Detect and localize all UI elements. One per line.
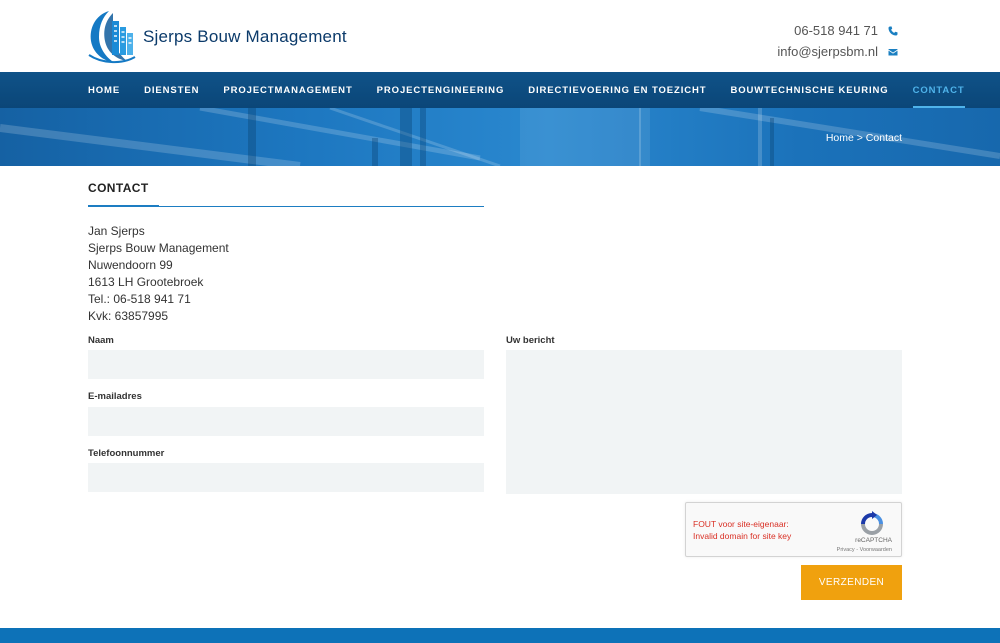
- contact-address: Jan Sjerps Sjerps Bouw Management Nuwendoo…: [88, 223, 229, 325]
- nav-item-directievoering-en-toezicht[interactable]: DIRECTIEVOERING EN TOEZICHT: [528, 72, 706, 108]
- brand-name: Sjerps Bouw Management: [143, 27, 347, 46]
- submit-button[interactable]: VERZENDEN: [801, 565, 902, 600]
- address-line: Nuwendoorn 99: [88, 258, 173, 272]
- envelope-icon: [886, 47, 900, 57]
- footer-bar: [0, 628, 1000, 643]
- header-phone-text: 06-518 941 71: [794, 23, 878, 38]
- address-line: 1613 LH Grootebroek: [88, 275, 204, 289]
- nav-item-home[interactable]: HOME: [88, 72, 120, 108]
- title-divider-accent: [88, 205, 159, 207]
- recaptcha-links[interactable]: Privacy - Voorwaarden: [837, 547, 892, 553]
- recaptcha-widget[interactable]: FOUT voor site-eigenaar: Invalid domain …: [685, 502, 902, 557]
- recaptcha-logo-icon: [861, 511, 883, 535]
- main-nav: HOME DIENSTEN PROJECTMANAGEMENT PROJECTENGI…: [0, 72, 1000, 108]
- address-line: Tel.: 06-518 941 71: [88, 292, 191, 306]
- phone-icon: [886, 26, 900, 36]
- recaptcha-brand: reCAPTCHA: [855, 537, 892, 544]
- nav-item-diensten[interactable]: DIENSTEN: [144, 72, 199, 108]
- main-nav-list: HOME DIENSTEN PROJECTMANAGEMENT PROJECTENGI…: [88, 72, 989, 108]
- page-title: CONTACT: [88, 181, 149, 195]
- recaptcha-error-line-2: Invalid domain for site key: [693, 531, 792, 541]
- message-textarea[interactable]: [506, 350, 902, 494]
- building-logo-icon: [88, 11, 136, 63]
- email-label: E-mailadres: [88, 391, 142, 402]
- page-banner: Home > Contact: [0, 108, 1000, 166]
- header-contact: 06-518 941 71 info@sjerpsbm.nl: [777, 20, 900, 62]
- email-input[interactable]: [88, 407, 484, 436]
- message-label: Uw bericht: [506, 335, 555, 346]
- nav-item-bouwtechnische-keuring[interactable]: BOUWTECHNISCHE KEURING: [731, 72, 889, 108]
- recaptcha-error: FOUT voor site-eigenaar: Invalid domain …: [693, 518, 791, 542]
- address-line: Kvk: 63857995: [88, 309, 169, 323]
- address-line: Jan Sjerps: [88, 224, 145, 238]
- phone-input[interactable]: [88, 463, 484, 492]
- nav-item-projectmanagement[interactable]: PROJECTMANAGEMENT: [223, 72, 352, 108]
- breadcrumb[interactable]: Home > Contact: [826, 132, 902, 144]
- site-header: Sjerps Bouw Management 06-518 941 71 inf…: [0, 0, 1000, 72]
- header-email[interactable]: info@sjerpsbm.nl: [777, 41, 900, 62]
- name-label: Naam: [88, 335, 114, 346]
- phone-label: Telefoonnummer: [88, 448, 165, 459]
- site-logo[interactable]: Sjerps Bouw Management: [87, 7, 347, 65]
- nav-item-projectengineering[interactable]: PROJECTENGINEERING: [377, 72, 505, 108]
- header-email-text: info@sjerpsbm.nl: [777, 44, 878, 59]
- name-input[interactable]: [88, 350, 484, 379]
- address-line: Sjerps Bouw Management: [88, 241, 229, 255]
- nav-item-contact[interactable]: CONTACT: [912, 72, 965, 108]
- recaptcha-error-line-1: FOUT voor site-eigenaar:: [693, 519, 789, 529]
- header-phone[interactable]: 06-518 941 71: [777, 20, 900, 41]
